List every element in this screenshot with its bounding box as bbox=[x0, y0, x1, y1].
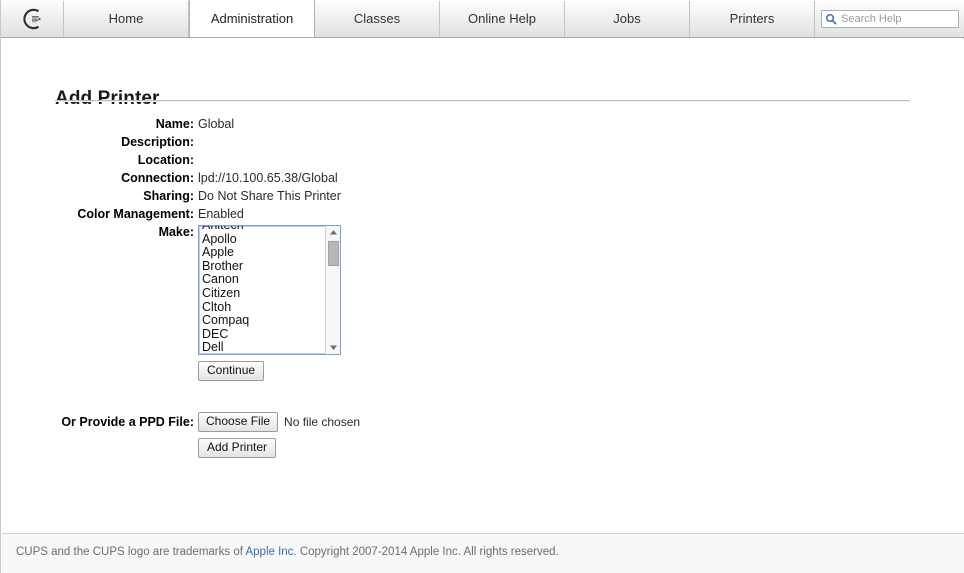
listbox-scroll-thumb[interactable] bbox=[328, 241, 339, 266]
page-content: Add Printer Name: Global Description: Lo… bbox=[2, 39, 964, 533]
footer-text-before: CUPS and the CUPS logo are trademarks of bbox=[16, 546, 246, 558]
nav-tab-label: Online Help bbox=[468, 10, 536, 26]
title-divider bbox=[55, 100, 910, 102]
make-listbox-options: Anitech Apollo Apple Brother Canon Citiz… bbox=[199, 226, 326, 354]
field-value-name: Global bbox=[198, 117, 235, 131]
field-label: Name: bbox=[155, 117, 194, 131]
cups-logo[interactable] bbox=[1, 0, 64, 37]
nav-tab-online-help[interactable]: Online Help bbox=[440, 0, 565, 37]
choose-file-button[interactable]: Choose File bbox=[198, 412, 279, 432]
nav-tab-label: Classes bbox=[353, 10, 401, 26]
nav-tab-label: Administration bbox=[210, 10, 294, 26]
cups-logo-icon bbox=[23, 8, 41, 29]
listbox-option[interactable]: Apple bbox=[199, 246, 326, 260]
ppd-file-controls: Choose File No file chosen bbox=[194, 412, 360, 432]
file-status-text: No file chosen bbox=[284, 415, 361, 429]
listbox-option[interactable]: Compaq bbox=[199, 314, 326, 328]
search-container bbox=[815, 0, 964, 37]
add-printer-form: Name: Global Description: Location: Conn… bbox=[2, 117, 964, 458]
scroll-down-arrow-icon[interactable] bbox=[326, 341, 340, 354]
field-label: Connection: bbox=[121, 171, 194, 185]
field-label: Color Management: bbox=[77, 207, 194, 221]
field-value-sharing: Do Not Share This Printer bbox=[198, 189, 341, 203]
nav-tab-administration[interactable]: Administration bbox=[189, 0, 315, 37]
nav-tab-home[interactable]: Home bbox=[64, 0, 189, 37]
field-label: Description: bbox=[121, 135, 194, 149]
listbox-option[interactable]: DEC bbox=[199, 328, 326, 342]
continue-button[interactable]: Continue bbox=[198, 361, 265, 381]
make-label: Make: bbox=[158, 225, 194, 239]
field-value-connection: lpd://10.100.65.38/Global bbox=[198, 171, 338, 185]
scroll-up-arrow-icon[interactable] bbox=[326, 226, 340, 239]
field-value-color-management: Enabled bbox=[198, 207, 244, 221]
search-wrapper bbox=[821, 9, 959, 28]
field-label: Location: bbox=[137, 153, 194, 167]
form-row-sharing: Sharing: Do Not Share This Printer bbox=[2, 189, 964, 204]
scroll-down-arrow-glyph bbox=[330, 345, 337, 350]
nav-tab-label: Jobs bbox=[613, 10, 641, 26]
nav-tab-printers[interactable]: Printers bbox=[690, 0, 815, 37]
make-listbox-holder: Anitech Apollo Apple Brother Canon Citiz… bbox=[194, 225, 341, 355]
page-title: Add Printer bbox=[55, 87, 160, 109]
ppd-file-label: Or Provide a PPD File: bbox=[61, 415, 194, 429]
form-row-make: Make: Anitech Apollo Apple Brother Canon… bbox=[2, 225, 964, 355]
browser-page-frame: Home Administration Classes Online Help … bbox=[0, 0, 964, 573]
footer-text: CUPS and the CUPS logo are trademarks of… bbox=[16, 546, 964, 558]
listbox-option[interactable]: Canon bbox=[199, 273, 326, 287]
form-row-location: Location: bbox=[2, 153, 964, 168]
nav-tab-classes[interactable]: Classes bbox=[315, 0, 440, 37]
page-footer: CUPS and the CUPS logo are trademarks of… bbox=[2, 533, 964, 573]
main-navigation-bar: Home Administration Classes Online Help … bbox=[1, 0, 964, 38]
listbox-option[interactable]: Dell bbox=[199, 341, 326, 354]
listbox-scrollbar[interactable] bbox=[325, 226, 340, 354]
scroll-up-arrow-glyph bbox=[330, 230, 337, 235]
add-printer-button[interactable]: Add Printer bbox=[198, 438, 277, 458]
search-input[interactable] bbox=[821, 9, 959, 28]
listbox-option[interactable]: Citizen bbox=[199, 287, 326, 301]
form-row-color-management: Color Management: Enabled bbox=[2, 207, 964, 222]
form-row-description: Description: bbox=[2, 135, 964, 150]
listbox-option[interactable]: Anitech bbox=[199, 226, 326, 233]
footer-apple-link[interactable]: Apple Inc. bbox=[245, 546, 296, 558]
make-listbox[interactable]: Anitech Apollo Apple Brother Canon Citiz… bbox=[198, 225, 341, 355]
listbox-option[interactable]: Brother bbox=[199, 260, 326, 274]
form-row-connection: Connection: lpd://10.100.65.38/Global bbox=[2, 171, 964, 186]
form-row-name: Name: Global bbox=[2, 117, 964, 132]
add-printer-button-wrapper: Add Printer bbox=[2, 438, 964, 458]
nav-tab-label: Printers bbox=[729, 10, 775, 26]
footer-text-after: Copyright 2007-2014 Apple Inc. All right… bbox=[296, 546, 559, 558]
nav-tab-jobs[interactable]: Jobs bbox=[565, 0, 690, 37]
field-label: Sharing: bbox=[143, 189, 194, 203]
continue-button-wrapper: Continue bbox=[2, 361, 964, 381]
listbox-option[interactable]: Apollo bbox=[199, 233, 326, 247]
listbox-option[interactable]: Cltoh bbox=[199, 301, 326, 315]
nav-tab-label: Home bbox=[108, 10, 144, 26]
form-row-ppd-file: Or Provide a PPD File: Choose File No fi… bbox=[2, 412, 964, 432]
